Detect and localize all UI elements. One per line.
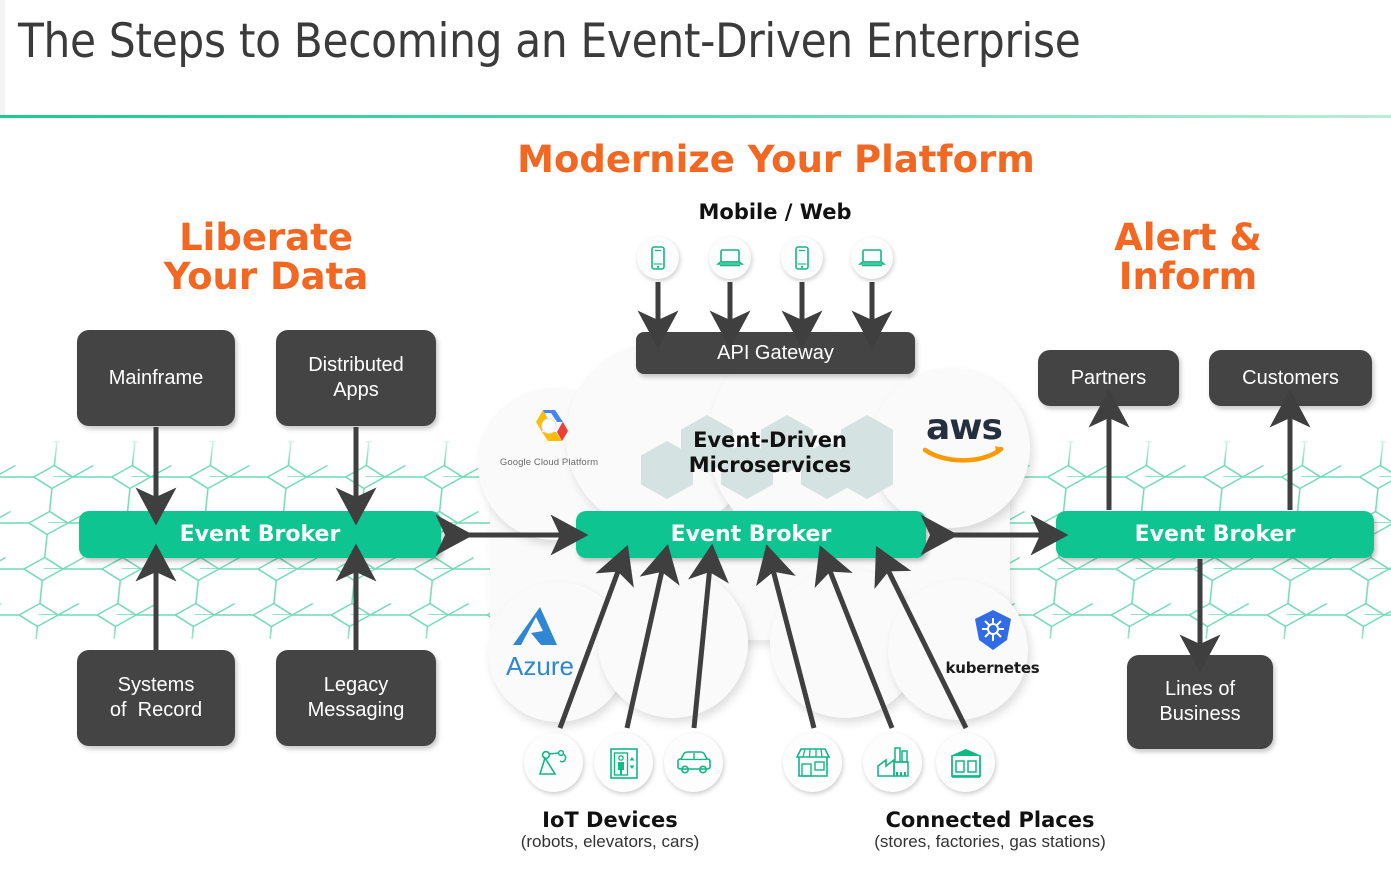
box-legacy-messaging[interactable]: Legacy Messaging <box>276 650 436 746</box>
iot-devices-subtitle: (robots, elevators, cars) <box>520 832 700 851</box>
heading-line-1: Alert & <box>1114 216 1262 259</box>
mobile-phone-icon[interactable] <box>781 237 823 279</box>
box-mainframe-label: Mainframe <box>108 366 204 389</box>
event-broker-right[interactable]: Event Broker <box>1056 511 1374 558</box>
iot-devices-caption: IoT Devices (robots, elevators, cars) <box>460 808 760 852</box>
box-api-gateway-label: API Gateway <box>717 341 834 364</box>
azure-wordmark: Azure <box>506 651 574 681</box>
microservices-label-line-2: Microservices <box>688 452 852 477</box>
box-systems-of-record[interactable]: Systems of Record <box>77 650 235 746</box>
page-title: The Steps to Becoming an Event-Driven En… <box>18 14 1081 69</box>
event-broker-right-label: Event Broker <box>1134 522 1296 547</box>
gcp-logo-caption: Google Cloud Platform <box>499 457 599 468</box>
kubernetes-logo: kubernetes <box>945 608 1040 677</box>
connected-places-title: Connected Places <box>885 808 1095 832</box>
box-customers-label: Customers <box>1242 366 1339 389</box>
section-heading-liberate: Liberate Your Data <box>133 218 399 296</box>
box-distributed-apps-label: Distributed Apps <box>308 354 404 401</box>
laptop-icon[interactable] <box>709 237 751 279</box>
heading-line-2: Inform <box>1118 255 1258 299</box>
factory-icon[interactable] <box>863 733 922 792</box>
box-customers[interactable]: Customers <box>1209 350 1372 406</box>
section-heading-modernize: Modernize Your Platform <box>517 138 1035 181</box>
car-icon[interactable] <box>664 733 723 792</box>
mobile-web-label: Mobile / Web <box>698 200 852 224</box>
heading-line-1: Liberate <box>179 216 353 259</box>
box-mainframe[interactable]: Mainframe <box>77 330 235 426</box>
event-broker-center-label: Event Broker <box>670 522 832 547</box>
box-partners-label: Partners <box>1070 366 1147 389</box>
store-icon[interactable] <box>783 733 842 792</box>
aws-smile-arrow <box>922 446 1004 464</box>
elevator-icon[interactable] <box>594 733 653 792</box>
box-partners[interactable]: Partners <box>1038 350 1179 406</box>
connected-places-subtitle: (stores, factories, gas stations) <box>874 832 1106 851</box>
kubernetes-wordmark: kubernetes <box>945 659 1040 677</box>
cloud-puff <box>598 568 748 718</box>
event-broker-left[interactable]: Event Broker <box>79 511 441 558</box>
azure-logo: Azure <box>500 605 580 679</box>
iot-devices-title: IoT Devices <box>542 808 678 832</box>
aws-wordmark: aws <box>926 407 1003 448</box>
section-heading-alert: Alert & Inform <box>1075 218 1301 296</box>
google-cloud-platform-logo: Google Cloud Platform <box>495 405 603 471</box>
event-broker-center[interactable]: Event Broker <box>576 511 926 558</box>
robot-arm-icon[interactable] <box>524 733 583 792</box>
box-api-gateway[interactable]: API Gateway <box>636 332 915 374</box>
box-lines-of-business[interactable]: Lines of Business <box>1127 655 1273 749</box>
heading-line-2: Your Data <box>163 255 369 299</box>
box-legacy-messaging-label: Legacy Messaging <box>307 674 405 721</box>
box-distributed-apps[interactable]: Distributed Apps <box>276 330 436 426</box>
page-header: The Steps to Becoming an Event-Driven En… <box>0 0 1391 118</box>
connected-places-caption: Connected Places (stores, factories, gas… <box>740 808 1240 852</box>
box-systems-of-record-label: Systems of Record <box>109 674 203 721</box>
header-left-accent <box>0 0 5 118</box>
microservices-label-line-1: Event-Driven <box>693 428 847 452</box>
event-broker-left-label: Event Broker <box>179 522 341 547</box>
aws-logo: aws <box>918 407 1010 472</box>
gas-station-icon[interactable] <box>936 733 995 792</box>
laptop-icon[interactable] <box>851 237 893 279</box>
title-divider-rule <box>0 115 1391 118</box>
microservices-label: Event-Driven Microservices <box>620 428 920 478</box>
mobile-phone-icon[interactable] <box>637 237 679 279</box>
box-lines-of-business-label: Lines of Business <box>1159 678 1241 725</box>
